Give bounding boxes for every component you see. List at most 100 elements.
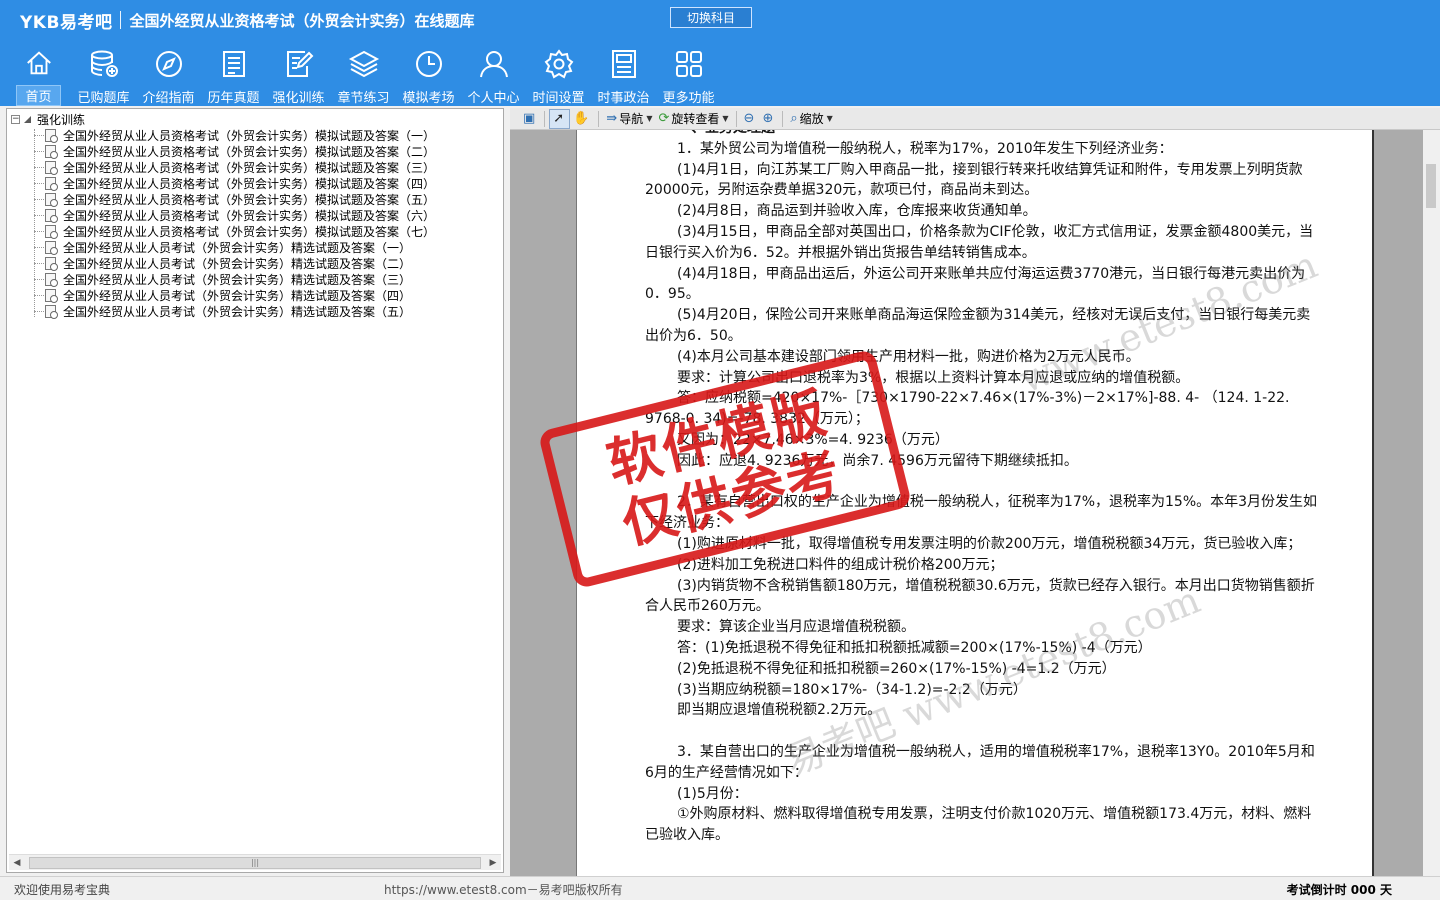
user-icon (479, 51, 508, 78)
document-paragraph: ①外购原材料、燃料取得增值税专用发票，注明支付价款1020万元、增值税额173.… (645, 806, 1312, 844)
tree-item-label: 全国外经贸从业人员考试（外贸会计实务）精选试题及答案（五） (63, 304, 412, 319)
tree-item[interactable]: 全国外经贸从业人员资格考试（外贸会计实务）模拟试题及答案（六） (7, 207, 503, 223)
document-paragraph: 即当期应退增值税税额2.2万元。 (677, 702, 882, 719)
tree-item[interactable]: 全国外经贸从业人员资格考试（外贸会计实务）模拟试题及答案（三） (7, 159, 503, 175)
document-icon (45, 288, 58, 303)
home-icon (26, 51, 51, 75)
document-icon (45, 192, 58, 207)
tree-item-label: 全国外经贸从业人员资格考试（外贸会计实务）模拟试题及答案（四） (63, 176, 436, 191)
scrollbar-thumb[interactable] (1426, 164, 1436, 208)
nav-label: 时事政治 (597, 91, 650, 106)
navigation-icon: ⇛ (606, 111, 618, 126)
tree-item[interactable]: 全国外经贸从业人员资格考试（外贸会计实务）模拟试题及答案（一） (7, 127, 503, 143)
tree-item-label: 全国外经贸从业人员考试（外贸会计实务）精选试题及答案（三） (63, 272, 412, 287)
nav-purchased-banks[interactable]: 已购题库 (71, 44, 136, 106)
document-paragraph: (3)4月15日，甲商品全部对英国出口，价格条款为CIF伦敦，收汇方式信用证，发… (645, 223, 1314, 261)
zoom-in-button[interactable]: ⊕ (759, 109, 778, 129)
tree-item[interactable]: 全国外经贸从业人员资格考试（外贸会计实务）模拟试题及答案（七） (7, 223, 503, 239)
gear-icon (544, 49, 573, 79)
nav-chapter-practice[interactable]: 章节练习 (331, 44, 396, 106)
select-tool-button[interactable]: ➚ (549, 108, 571, 129)
nav-time-settings[interactable]: 时间设置 (526, 44, 591, 106)
thumbnail-icon: ▣ (523, 111, 536, 126)
nav-personal-center[interactable]: 个人中心 (461, 44, 526, 106)
list-icon (222, 51, 245, 77)
thumbnail-button[interactable]: ▣ (520, 109, 540, 129)
tree-list: 全国外经贸从业人员资格考试（外贸会计实务）模拟试题及答案（一） 全国外经贸从业人… (7, 127, 503, 319)
chevron-down-icon: ▼ (722, 114, 729, 123)
tree-item[interactable]: 全国外经贸从业人员资格考试（外贸会计实务）模拟试题及答案（二） (7, 143, 503, 159)
folder-icon (24, 115, 31, 123)
scrollbar-thumb[interactable]: ||| (29, 856, 481, 869)
toolbar-separator (782, 110, 784, 127)
document-icon (45, 144, 58, 159)
horizontal-scrollbar[interactable]: ◀ ||| ▶ (9, 854, 501, 870)
tree-item[interactable]: 全国外经贸从业人员资格考试（外贸会计实务）模拟试题及答案（四） (7, 175, 503, 191)
document-icon (45, 208, 58, 223)
document-icon (45, 272, 58, 287)
collapse-toggle-icon[interactable]: − (11, 114, 20, 124)
tree-item[interactable]: 全国外经贸从业人员考试（外贸会计实务）精选试题及答案（二） (7, 255, 503, 271)
nav-label: 历年真题 (207, 91, 260, 106)
document-paragraph: (4)本月公司基本建设部门领用生产用材料一批，购进价格为2万元人民币。 (677, 348, 1140, 365)
toolbar-separator (735, 110, 737, 127)
nav-label: 时间设置 (532, 91, 585, 106)
tree-item[interactable]: 全国外经贸从业人员考试（外贸会计实务）精选试题及答案（一） (7, 239, 503, 255)
document-paragraph: 因此：应退4. 9236万元，尚余7. 4596万元留待下期继续抵扣。 (677, 452, 1078, 469)
clock-icon (415, 51, 442, 77)
document-icon (45, 224, 58, 239)
navigation-button[interactable]: ⇛ 导航 ▼ (603, 109, 655, 129)
document-icon (45, 256, 58, 271)
rotate-view-button[interactable]: ⟳ 旋转查看 ▼ (655, 109, 731, 129)
exam-countdown: 考试倒计时 000 天 (1286, 883, 1392, 897)
tree-item[interactable]: 全国外经贸从业人员资格考试（外贸会计实务）模拟试题及答案（五） (7, 191, 503, 207)
nav-intensive-training[interactable]: 强化训练 (266, 44, 331, 106)
zoom-menu-button[interactable]: ⌕ 缩放 ▼ (787, 109, 835, 129)
nav-mock-exam[interactable]: 模拟考场 (396, 44, 461, 106)
document-icon (45, 160, 58, 175)
scroll-right-icon[interactable]: ▶ (485, 855, 501, 871)
document-paragraph: (2)免抵退税不得免征和抵扣税额=260×(17%-15%) -4=1.2（万元… (677, 660, 1116, 677)
nav-more-functions[interactable]: 更多功能 (656, 44, 721, 106)
document-body: 一、业务处理题 1．某外贸公司为增值税一般纳税人，税率为17%，2010年发生下… (645, 130, 1321, 846)
grid-icon (675, 51, 702, 77)
document-paragraph: (3)当期应纳税额=180×17%-（34-1.2)=-2.2（万元） (677, 681, 1027, 698)
zoom-out-button[interactable]: ⊖ (741, 109, 760, 129)
copyright-text: https://www.etest8.com－易考吧版权所有 (384, 883, 623, 897)
zoom-label: 缩放 (799, 112, 824, 126)
document-paragraph: 答：(1)免抵退税不得免征和抵扣税额抵减额=200×(17%-15%) -4（万… (677, 639, 1152, 656)
tree-item[interactable]: 全国外经贸从业人员考试（外贸会计实务）精选试题及答案（三） (7, 271, 503, 287)
document-paragraph: 1．某外贸公司为增值税一般纳税人，税率为17%，2010年发生下列经济业务： (677, 140, 1173, 157)
zoom-out-icon: ⊖ (743, 111, 755, 126)
document-paragraph: (2)进料加工免税进口料件的组成计税价格200万元； (677, 556, 1004, 573)
nav-home[interactable]: 首页 (6, 44, 71, 106)
document-paragraph: (1)5月份： (677, 785, 748, 802)
document-viewer: ▣ ➚ ✋ ⇛导航▼ ⟳旋转查看▼ ⊖ ⊕ ⌕缩放▼ 一、业务处理题 1．某外贸… (510, 108, 1440, 876)
tree-root[interactable]: − 强化训练 (11, 111, 85, 127)
tree-item-label: 全国外经贸从业人员考试（外贸会计实务）精选试题及答案（一） (63, 240, 412, 255)
document-paragraph: 答：应纳税额=420×17%-［730×1790-22×7.46×(17%-3%… (645, 390, 1290, 428)
rotate-label: 旋转查看 (671, 112, 720, 126)
nav-guide[interactable]: 介绍指南 (136, 44, 201, 106)
chapter-tree-panel: − 强化训练 全国外经贸从业人员资格考试（外贸会计实务）模拟试题及答案（一） 全… (6, 108, 504, 873)
tree-item[interactable]: 全国外经贸从业人员考试（外贸会计实务）精选试题及答案（四） (7, 287, 503, 303)
layers-icon (348, 50, 379, 78)
hand-tool-button[interactable]: ✋ (570, 109, 594, 129)
nav-past-exams[interactable]: 历年真题 (201, 44, 266, 106)
nav-label: 更多功能 (662, 91, 715, 106)
tree-item-label: 全国外经贸从业人员考试（外贸会计实务）精选试题及答案（四） (63, 288, 412, 303)
scroll-left-icon[interactable]: ◀ (9, 855, 25, 871)
tree-item[interactable]: 全国外经贸从业人员考试（外贸会计实务）精选试题及答案（五） (7, 303, 503, 319)
brand: YKB易考吧 全国外经贸从业资格考试（外贸会计实务）在线题库 (20, 8, 474, 33)
main-nav: 首页 已购题库 介绍指南 历年真题 强化训练 章节练习 模拟考场 个人中心 时间… (0, 44, 721, 106)
tree-item-label: 全国外经贸从业人员资格考试（外贸会计实务）模拟试题及答案（一） (63, 128, 436, 143)
tree-item-label: 全国外经贸从业人员资格考试（外贸会计实务）模拟试题及答案（二） (63, 144, 436, 159)
switch-subject-button[interactable]: 切换科目 (670, 7, 752, 28)
tree-item-label: 全国外经贸从业人员考试（外贸会计实务）精选试题及答案（二） (63, 256, 412, 271)
nav-label: 章节练习 (337, 91, 390, 106)
navigation-label: 导航 (619, 112, 644, 126)
nav-current-affairs[interactable]: 时事政治 (591, 44, 656, 106)
chevron-down-icon: ▼ (646, 114, 653, 123)
vertical-scrollbar[interactable] (1423, 130, 1440, 876)
